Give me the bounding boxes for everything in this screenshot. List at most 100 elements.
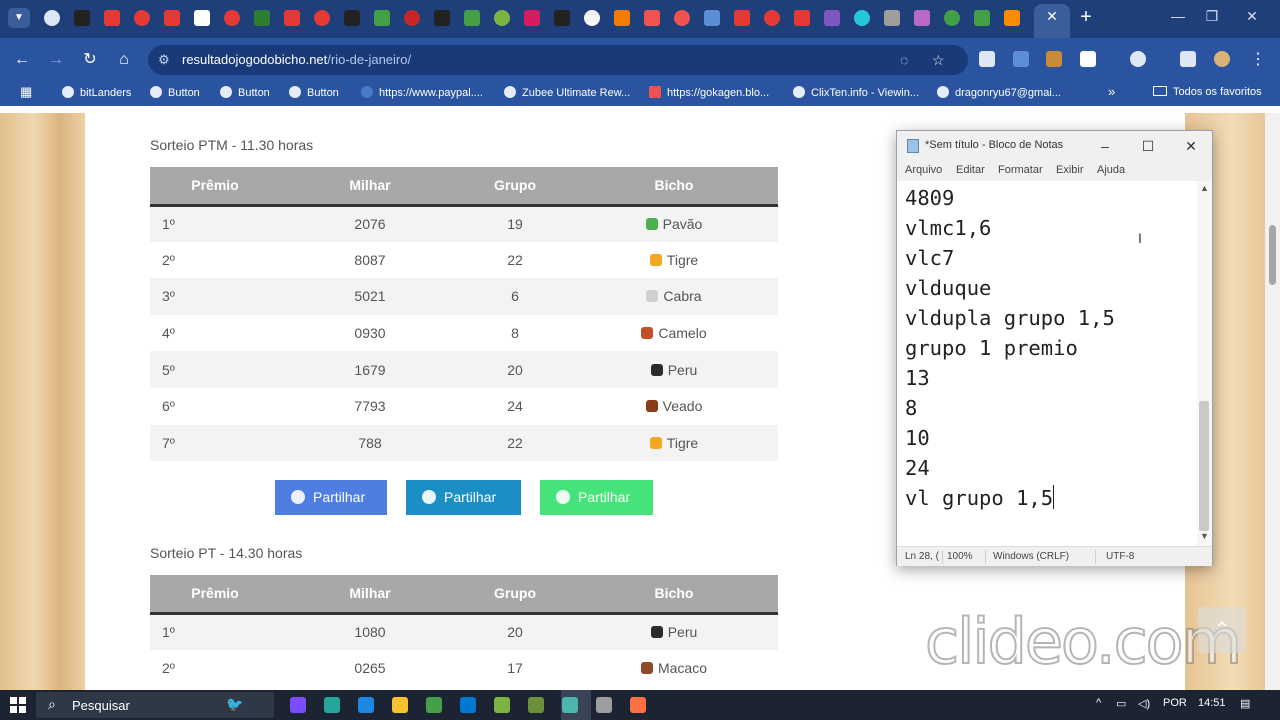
page-scrollbar[interactable] [1265,113,1280,690]
address-bar[interactable]: ⚙ resultadojogodobicho.net/rio-de-janeir… [148,45,968,75]
notepad-titlebar[interactable]: *Sem título - Bloco de Notas – ☐ ✕ [897,131,1212,161]
tray-overflow-icon[interactable]: ^ [1096,697,1101,709]
taskbar-app-icon[interactable] [324,697,340,713]
tab-favicon-icon[interactable] [194,10,210,26]
bookmark-item[interactable]: https://gokagen.blo... [649,86,769,102]
extension-icon[interactable] [979,51,995,67]
tab-favicon-icon[interactable] [404,10,420,26]
menu-formatar[interactable]: Formatar [998,164,1043,176]
scroll-up-icon[interactable]: ▲ [1199,183,1210,195]
tab-favicon-icon[interactable] [104,10,120,26]
bookmark-item[interactable]: Button [220,86,270,102]
tab-favicon-icon[interactable] [644,10,660,26]
tab-favicon-icon[interactable] [374,10,390,26]
tab-favicon-icon[interactable] [1004,10,1020,26]
tab-favicon-icon[interactable] [494,10,510,26]
language-indicator[interactable]: POR [1163,697,1187,709]
minimize-button[interactable]: — [1168,8,1188,24]
minimize-button[interactable]: – [1091,135,1119,157]
bookmark-star-icon[interactable]: ☆ [932,52,945,69]
tab-favicon-icon[interactable] [854,10,870,26]
menu-exibir[interactable]: Exibir [1056,164,1084,176]
tab-favicon-icon[interactable] [614,10,630,26]
tab-favicon-icon[interactable] [164,10,180,26]
taskbar-app-icon[interactable] [460,697,476,713]
history-icon[interactable] [1130,51,1146,67]
site-info-icon[interactable]: ⚙ [158,52,170,68]
notepad-text-area[interactable]: 4809 vlmc1,6 vlc7 vlduque vldupla grupo 1,5 g… [897,181,1197,546]
back-arrow-icon[interactable]: ← [12,50,32,70]
tab-favicon-icon[interactable] [464,10,480,26]
puzzle-icon[interactable] [1080,51,1096,67]
taskbar-app-icon[interactable] [596,697,612,713]
messenger-share-button[interactable]: Partilhar [275,480,387,515]
extension-icon[interactable] [1013,51,1029,67]
tab-favicon-icon[interactable] [764,10,780,26]
taskbar-app-icon[interactable] [392,697,408,713]
tab-favicon-icon[interactable] [794,10,810,26]
taskbar-search[interactable]: ⌕ Pesquisar 🐦 [36,692,274,718]
network-icon[interactable]: ▭ [1116,697,1126,710]
tab-favicon-icon[interactable] [704,10,720,26]
scrollbar-thumb[interactable] [1269,225,1276,285]
tab-favicon-icon[interactable] [914,10,930,26]
forward-arrow-icon[interactable]: → [46,50,66,70]
windows-start-icon[interactable] [10,697,26,713]
new-tab-button[interactable]: + [1076,6,1096,28]
extension-icon[interactable] [1046,51,1062,67]
tab-favicon-icon[interactable] [824,10,840,26]
bookmark-item[interactable]: https://www.paypal.... [361,86,483,102]
tab-search-button[interactable]: ▼ [8,8,30,28]
tab-favicon-icon[interactable] [524,10,540,26]
speaker-icon[interactable]: ◁) [1138,697,1150,710]
menu-editar[interactable]: Editar [956,164,985,176]
tab-favicon-icon[interactable] [944,10,960,26]
tab-favicon-icon[interactable] [224,10,240,26]
restore-button[interactable]: ❐ [1202,8,1222,25]
tab-favicon-icon[interactable] [254,10,270,26]
all-bookmarks-folder[interactable]: Todos os favoritos [1153,86,1262,102]
apps-icon[interactable]: ▦ [20,84,32,100]
tab-favicon-icon[interactable] [434,10,450,26]
telegram-share-button[interactable]: Partilhar [406,480,521,515]
avatar[interactable] [1214,51,1230,67]
taskbar-app-icon[interactable] [630,697,646,713]
menu-arquivo[interactable]: Arquivo [905,164,942,176]
clock[interactable]: 14:51 [1198,697,1226,709]
bookmark-item[interactable]: Button [289,86,339,102]
tab-favicon-icon[interactable] [44,10,60,26]
tab-favicon-icon[interactable] [554,10,570,26]
tab-favicon-icon[interactable] [344,10,360,26]
tab-favicon-icon[interactable] [674,10,690,26]
bookmark-item[interactable]: dragonryu67@gmai... [937,86,1061,102]
whatsapp-share-button[interactable]: Partilhar [540,480,653,515]
taskbar-app-icon[interactable] [358,697,374,713]
notepad-scrollbar[interactable]: ▲ ▼ [1197,181,1212,546]
sidebar-icon[interactable] [1180,51,1196,67]
reload-icon[interactable]: ↻ [80,50,100,70]
bookmarks-overflow-button[interactable]: » [1108,84,1115,100]
tab-favicon-icon[interactable] [74,10,90,26]
close-window-button[interactable]: ✕ [1242,8,1262,25]
taskbar-app-icon[interactable] [290,697,306,713]
tab-favicon-icon[interactable] [284,10,300,26]
tab-favicon-icon[interactable] [884,10,900,26]
tab-favicon-icon[interactable] [134,10,150,26]
close-button[interactable]: ✕ [1177,135,1205,157]
home-icon[interactable]: ⌂ [114,50,134,70]
tab-favicon-icon[interactable] [584,10,600,26]
scrollbar-thumb[interactable] [1199,401,1209,531]
tab-favicon-icon[interactable] [734,10,750,26]
scroll-to-top-button[interactable]: ⌃ [1198,607,1246,653]
notification-icon[interactable]: ▤ [1240,697,1250,710]
menu-icon[interactable]: ⋮ [1248,50,1268,70]
taskbar-app-icon[interactable] [426,697,442,713]
eye-off-icon[interactable]: ◌ [900,52,908,68]
maximize-button[interactable]: ☐ [1134,135,1162,157]
bookmark-item[interactable]: Zubee Ultimate Rew... [504,86,630,102]
scroll-down-icon[interactable]: ▼ [1199,531,1210,543]
taskbar-app-icon[interactable] [528,697,544,713]
bookmark-item[interactable]: ClixTen.info - Viewin... [793,86,919,102]
taskbar-app-icon[interactable] [494,697,510,713]
tab-favicon-icon[interactable] [314,10,330,26]
